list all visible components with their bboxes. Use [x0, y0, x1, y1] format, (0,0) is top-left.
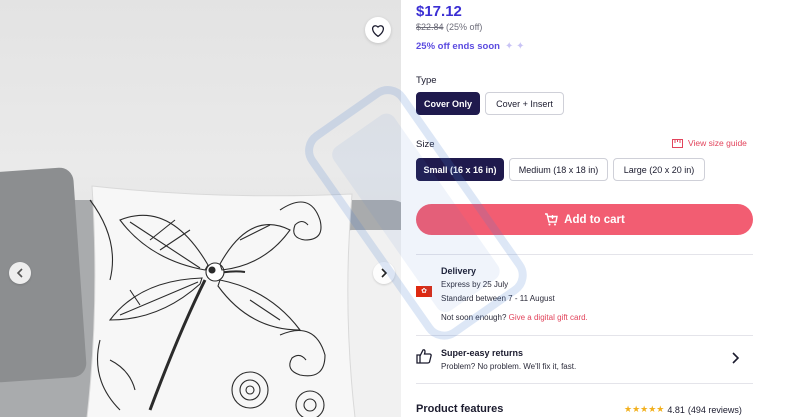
promo-text: 25% off ends soon: [416, 41, 500, 52]
chevron-left-icon: [16, 268, 23, 278]
gift-card-row: Not soon enough? Give a digital gift car…: [441, 313, 588, 322]
rating-stars: ★★★★★: [624, 404, 665, 414]
promo-banner: 25% off ends soon ✦ ✦: [416, 41, 524, 52]
rating-value: 4.81: [667, 404, 685, 415]
size-label: Size: [416, 139, 435, 150]
product-details-panel: $17.12 $22.84 (25% off) 25% off ends soo…: [416, 0, 756, 417]
type-option-cover-insert[interactable]: Cover + Insert: [485, 92, 564, 115]
product-image-gallery[interactable]: [0, 0, 401, 417]
divider: [416, 335, 753, 336]
divider: [416, 383, 753, 384]
express-delivery: Express by 25 July: [441, 280, 509, 289]
previous-image-button[interactable]: [9, 262, 31, 284]
returns-title: Super-easy returns: [441, 348, 524, 358]
ruler-icon: [672, 138, 683, 148]
size-option-medium[interactable]: Medium (18 x 18 in): [509, 158, 608, 181]
type-option-cover-only[interactable]: Cover Only: [416, 92, 480, 115]
original-price-row: $22.84 (25% off): [416, 22, 482, 32]
gift-card-link[interactable]: Give a digital gift card.: [509, 313, 588, 322]
not-soon-text: Not soon enough?: [441, 313, 507, 322]
rating-count: (494 reviews): [687, 404, 742, 415]
hong-kong-flag-icon: ✿: [416, 286, 432, 297]
next-image-button[interactable]: [373, 262, 395, 284]
cart-icon: [545, 213, 558, 226]
add-to-cart-label: Add to cart: [564, 213, 625, 226]
heart-icon: [372, 24, 384, 37]
standard-delivery: Standard between 7 - 11 August: [441, 294, 555, 303]
dragonfly-pillow-image: [86, 185, 356, 417]
product-features-title: Product features: [416, 403, 504, 415]
rating-summary[interactable]: ★★★★★ 4.81 (494 reviews): [624, 404, 742, 415]
size-option-small[interactable]: Small (16 x 16 in): [416, 158, 504, 181]
discount-percent: (25% off): [446, 22, 483, 32]
chevron-right-icon[interactable]: [730, 352, 740, 364]
type-label: Type: [416, 75, 437, 86]
thumbs-up-icon: [416, 349, 432, 364]
original-price: $22.84: [416, 22, 444, 32]
size-option-large[interactable]: Large (20 x 20 in): [613, 158, 705, 181]
add-to-cart-button[interactable]: Add to cart: [416, 204, 753, 235]
current-price: $17.12: [416, 3, 462, 20]
sparkle-icon: ✦ ✦: [504, 41, 525, 52]
chevron-right-icon: [381, 268, 388, 278]
size-guide-link[interactable]: View size guide: [672, 138, 747, 148]
favorite-button[interactable]: [365, 17, 391, 43]
returns-subtitle: Problem? No problem. We'll fix it, fast.: [441, 362, 577, 371]
divider: [416, 254, 753, 255]
size-guide-text: View size guide: [688, 138, 747, 148]
delivery-title: Delivery: [441, 266, 477, 276]
